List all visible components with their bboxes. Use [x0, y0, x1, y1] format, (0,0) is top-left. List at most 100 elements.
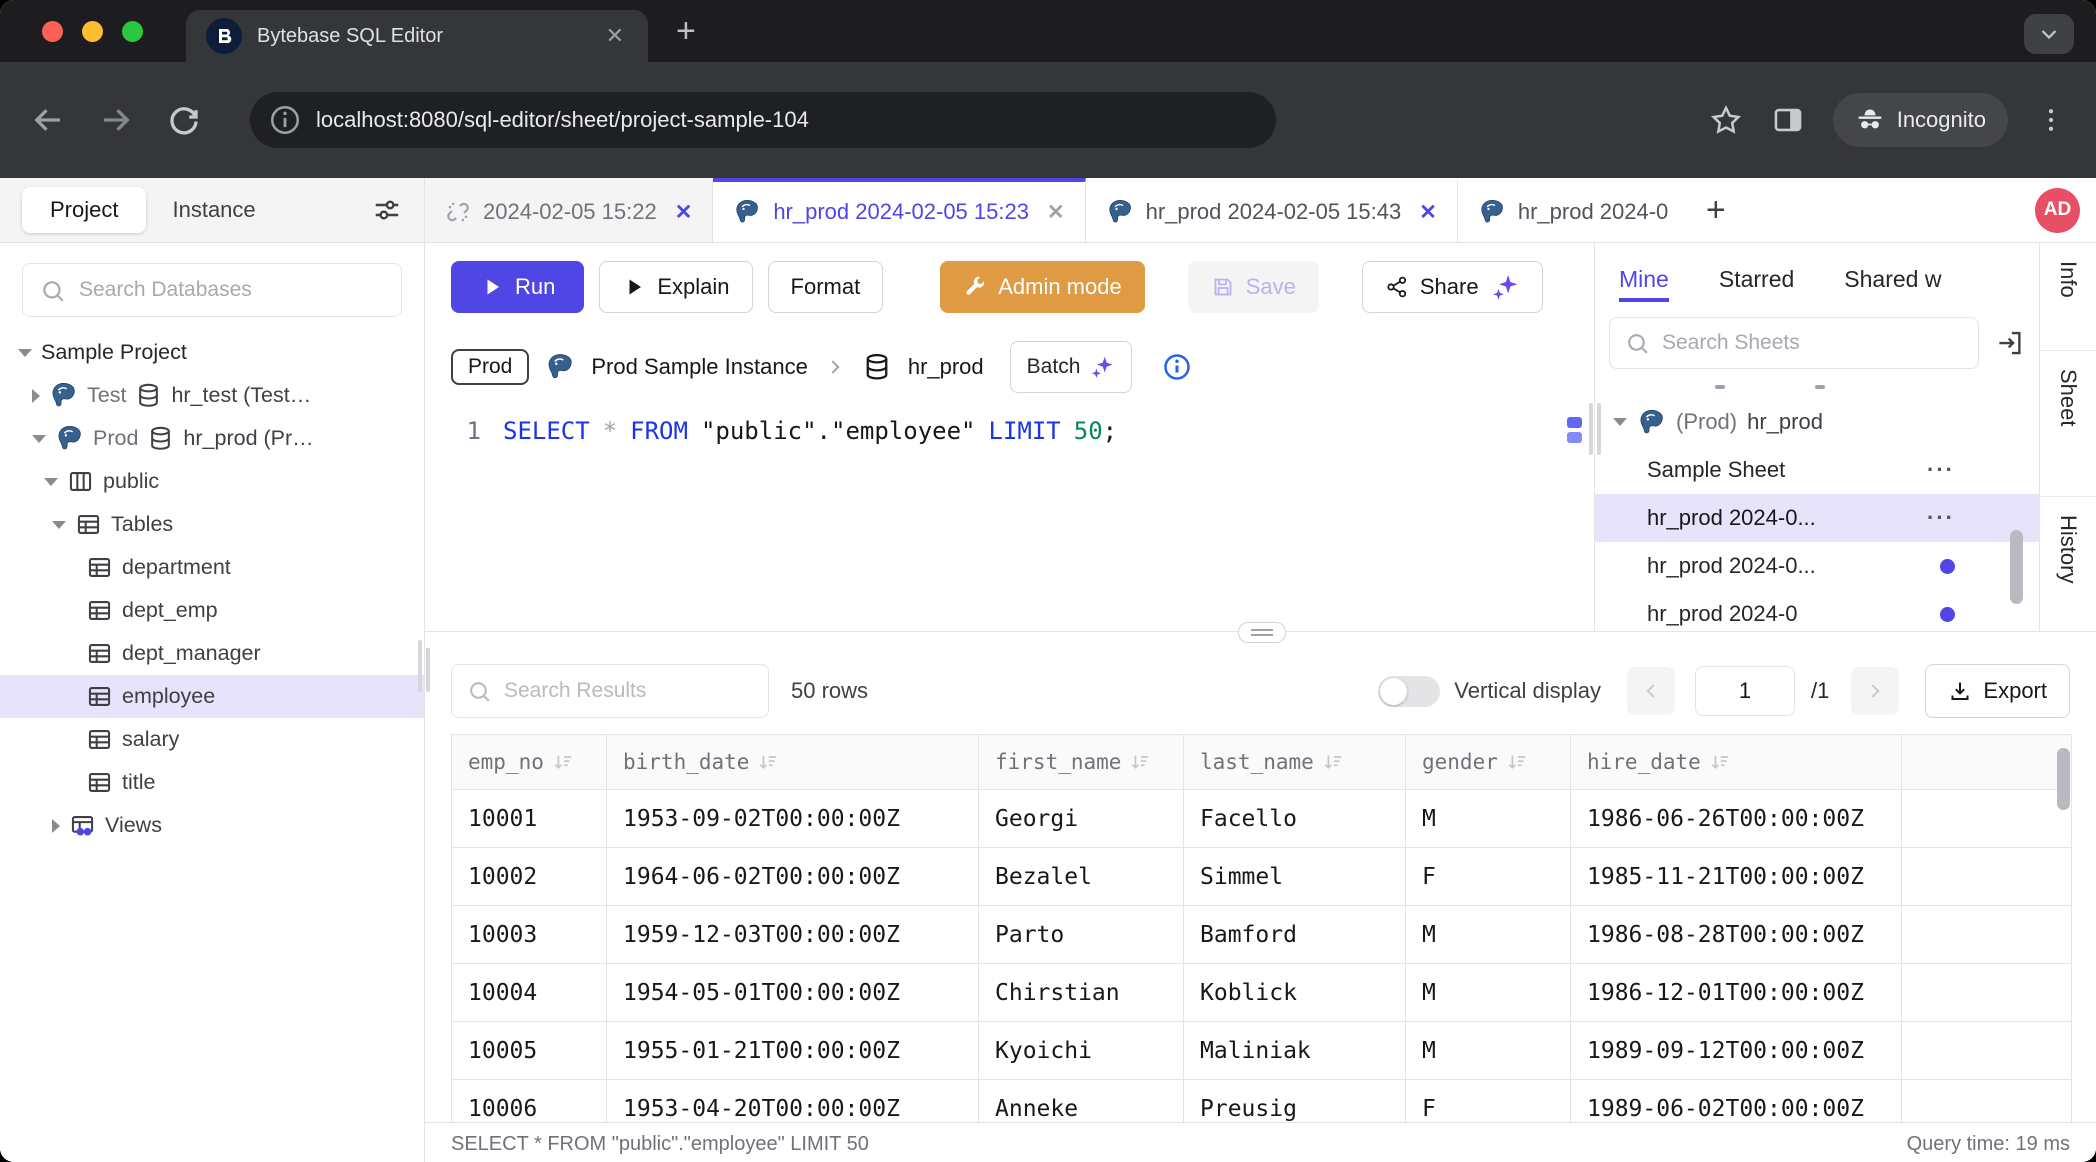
- side-panel-icon[interactable]: [1771, 103, 1805, 137]
- tab-instance[interactable]: Instance: [146, 187, 281, 233]
- sort-icon[interactable]: [1322, 751, 1344, 773]
- chevron-down-icon[interactable]: [44, 478, 58, 486]
- sheet-item-selected[interactable]: hr_prod 2024-0... ···: [1595, 494, 2039, 542]
- prev-page-button[interactable]: [1627, 667, 1675, 715]
- explain-button[interactable]: Explain: [599, 261, 752, 313]
- tree-item-hr-test[interactable]: Test hr_test (Test…: [0, 374, 424, 417]
- sheet-group-hr-prod[interactable]: (Prod) hr_prod: [1595, 398, 2039, 446]
- forward-icon[interactable]: [98, 102, 134, 138]
- sort-icon[interactable]: [552, 751, 574, 773]
- tree-item-table-dept-emp[interactable]: dept_emp: [0, 589, 424, 632]
- sort-icon[interactable]: [757, 751, 779, 773]
- side-tab-info[interactable]: Info: [2040, 243, 2096, 351]
- tree-item-table-department[interactable]: department: [0, 546, 424, 589]
- run-button[interactable]: Run: [451, 261, 584, 313]
- filter-settings-icon[interactable]: [372, 195, 402, 225]
- tab-project[interactable]: Project: [22, 187, 146, 233]
- more-actions-icon[interactable]: ···: [1927, 457, 1955, 483]
- sort-icon[interactable]: [1129, 751, 1151, 773]
- close-tab-icon[interactable]: ✕: [1419, 200, 1437, 225]
- tree-item-table-title[interactable]: title: [0, 761, 424, 804]
- database-name[interactable]: hr_prod: [908, 354, 984, 380]
- column-header-last-name[interactable]: last_name: [1184, 735, 1406, 790]
- next-page-button[interactable]: [1851, 667, 1899, 715]
- export-button[interactable]: Export: [1925, 664, 2070, 718]
- close-tab-icon[interactable]: ✕: [602, 23, 628, 49]
- column-header-emp-no[interactable]: emp_no: [452, 735, 607, 790]
- sheet-tab-4[interactable]: hr_prod 2024-0: [1458, 178, 1690, 242]
- new-sheet-tab-button[interactable]: +: [1690, 178, 1742, 242]
- site-info-icon[interactable]: [268, 103, 302, 137]
- vertical-display-toggle[interactable]: [1378, 676, 1440, 707]
- tab-shared[interactable]: Shared w: [1844, 266, 1941, 293]
- import-sheet-icon[interactable]: [1995, 328, 2025, 358]
- chevron-right-icon[interactable]: [32, 389, 40, 403]
- bookmark-star-icon[interactable]: [1709, 103, 1743, 137]
- side-tab-sheet[interactable]: Sheet: [2040, 351, 2096, 497]
- column-header-gender[interactable]: gender: [1406, 735, 1571, 790]
- close-tab-icon[interactable]: ✕: [675, 200, 693, 225]
- address-bar[interactable]: localhost:8080/sql-editor/sheet/project-…: [250, 92, 1276, 148]
- new-tab-button[interactable]: +: [676, 12, 696, 50]
- batch-button[interactable]: Batch: [1010, 341, 1133, 393]
- sort-icon[interactable]: [1506, 751, 1528, 773]
- chevron-down-icon[interactable]: [52, 521, 66, 529]
- column-header-hire-date[interactable]: hire_date: [1571, 735, 1902, 790]
- sheet-tab-2-active[interactable]: hr_prod 2024-02-05 15:23 ✕: [713, 178, 1085, 242]
- sheet-item-sample[interactable]: Sample Sheet ···: [1595, 446, 2039, 494]
- admin-mode-button[interactable]: Admin mode: [940, 261, 1145, 313]
- tree-item-project[interactable]: Sample Project: [0, 331, 424, 374]
- search-results-input[interactable]: [451, 664, 769, 718]
- browser-menu-icon[interactable]: [2036, 105, 2066, 135]
- tree-item-table-salary[interactable]: salary: [0, 718, 424, 761]
- column-header-birth-date[interactable]: birth_date: [607, 735, 979, 790]
- close-tab-icon[interactable]: ✕: [1047, 200, 1065, 225]
- user-avatar[interactable]: AD: [2035, 188, 2080, 233]
- tree-item-hr-prod[interactable]: Prod hr_prod (Pr…: [0, 417, 424, 460]
- reload-icon[interactable]: [166, 102, 202, 138]
- sheet-item-2[interactable]: hr_prod 2024-0...: [1595, 542, 2039, 590]
- tree-item-table-employee[interactable]: employee: [0, 675, 424, 718]
- share-button[interactable]: Share: [1362, 261, 1543, 313]
- main-area: 2024-02-05 15:22 ✕ hr_prod 2024-02-05 15…: [425, 178, 2096, 1162]
- sheet-tab-1[interactable]: 2024-02-05 15:22 ✕: [425, 178, 713, 242]
- minimize-window-button[interactable]: [82, 21, 103, 42]
- more-actions-icon[interactable]: ···: [1927, 505, 1955, 531]
- table-icon: [86, 640, 113, 667]
- chevron-right-icon[interactable]: [52, 819, 60, 833]
- format-button[interactable]: Format: [768, 261, 884, 313]
- chevron-down-icon[interactable]: [1613, 418, 1627, 426]
- postgres-icon: [55, 424, 84, 453]
- close-window-button[interactable]: [42, 21, 63, 42]
- search-databases-input[interactable]: [22, 263, 402, 317]
- tree-item-views[interactable]: Views: [0, 804, 424, 847]
- back-icon[interactable]: [30, 102, 66, 138]
- info-icon[interactable]: [1162, 352, 1192, 382]
- sql-code-editor[interactable]: 1 SELECT*FROM"public"."employee"LIMIT50;: [425, 403, 1594, 631]
- save-button[interactable]: Save: [1188, 261, 1319, 313]
- scrollbar-thumb[interactable]: [2057, 748, 2070, 810]
- zoom-window-button[interactable]: [122, 21, 143, 42]
- scrollbar-thumb[interactable]: [2010, 530, 2023, 604]
- chevron-down-icon[interactable]: [18, 349, 32, 357]
- column-header-first-name[interactable]: first_name: [979, 735, 1184, 790]
- clipped-row[interactable]: [1595, 383, 2039, 398]
- browser-tab[interactable]: Bytebase SQL Editor ✕: [186, 10, 648, 62]
- sheet-tab-3[interactable]: hr_prod 2024-02-05 15:43 ✕: [1086, 178, 1458, 242]
- tree-item-table-dept-manager[interactable]: dept_manager: [0, 632, 424, 675]
- tab-starred[interactable]: Starred: [1719, 266, 1794, 293]
- tab-mine[interactable]: Mine: [1619, 266, 1669, 302]
- sort-icon[interactable]: [1709, 751, 1731, 773]
- tree-item-schema-public[interactable]: public: [0, 460, 424, 503]
- divider-drag-handle[interactable]: [1238, 622, 1286, 643]
- instance-name[interactable]: Prod Sample Instance: [591, 354, 807, 380]
- database-icon: [862, 352, 892, 382]
- postgres-icon: [1106, 198, 1134, 226]
- tab-search-chevron-icon[interactable]: [2024, 14, 2074, 54]
- side-tab-history[interactable]: History: [2040, 497, 2096, 631]
- tree-item-tables[interactable]: Tables: [0, 503, 424, 546]
- sheet-item-3[interactable]: hr_prod 2024-0: [1595, 590, 2039, 631]
- search-sheets-input[interactable]: [1609, 317, 1979, 369]
- chevron-down-icon[interactable]: [32, 435, 46, 443]
- page-number-input[interactable]: [1695, 666, 1795, 716]
